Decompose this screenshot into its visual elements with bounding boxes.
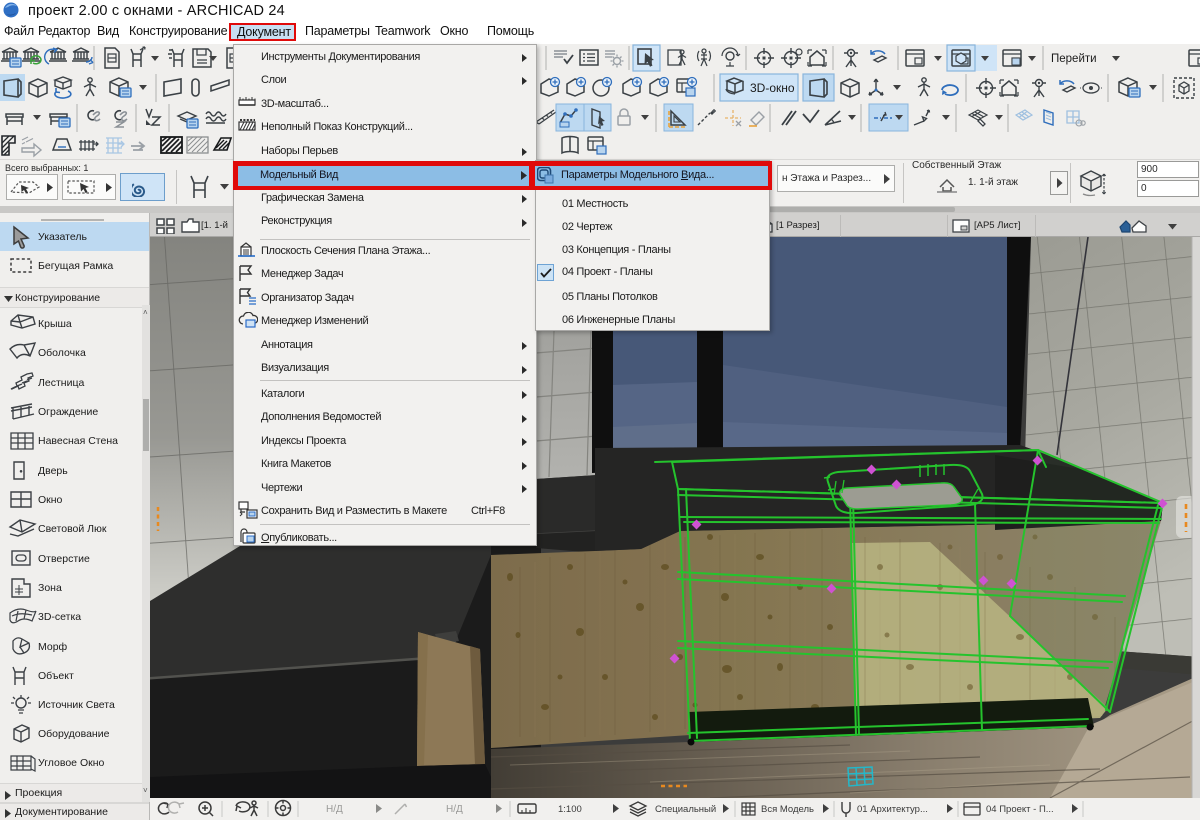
svg-text:3D-окно: 3D-окно (750, 81, 795, 95)
svg-text:1:100: 1:100 (558, 804, 582, 815)
svg-text:Специальный: Специальный (655, 804, 716, 815)
svg-text:Н/Д: Н/Д (446, 804, 463, 815)
svg-text:Н/Д: Н/Д (326, 804, 343, 815)
svg-text:01 Архитектур...: 01 Архитектур... (857, 804, 928, 815)
svg-text:Перейти: Перейти (1051, 53, 1097, 65)
svg-text:Вся Модель: Вся Модель (761, 804, 814, 815)
svg-text:04 Проект - П...: 04 Проект - П... (986, 804, 1054, 815)
